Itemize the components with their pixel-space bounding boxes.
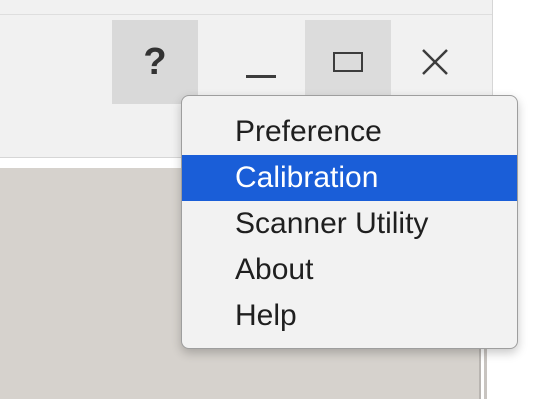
help-label: ? [143, 40, 167, 83]
menu-item-preference[interactable]: Preference [182, 109, 517, 155]
maximize-button[interactable] [305, 20, 391, 104]
help-button[interactable]: ? [112, 20, 198, 104]
maximize-icon [333, 52, 363, 72]
minimize-button[interactable] [218, 20, 304, 104]
menu-item-scanner-utility[interactable]: Scanner Utility [182, 201, 517, 247]
menu-item-about[interactable]: About [182, 247, 517, 293]
minimize-icon [246, 74, 276, 78]
close-button[interactable] [392, 20, 478, 104]
menu-item-calibration[interactable]: Calibration [182, 155, 517, 201]
app-window: ? Preference Calibration Scanner Utility… [0, 0, 557, 399]
title-bar-divider [0, 14, 492, 15]
help-dropdown-menu: Preference Calibration Scanner Utility A… [181, 95, 518, 349]
close-icon [422, 49, 448, 75]
menu-item-help[interactable]: Help [182, 293, 517, 339]
